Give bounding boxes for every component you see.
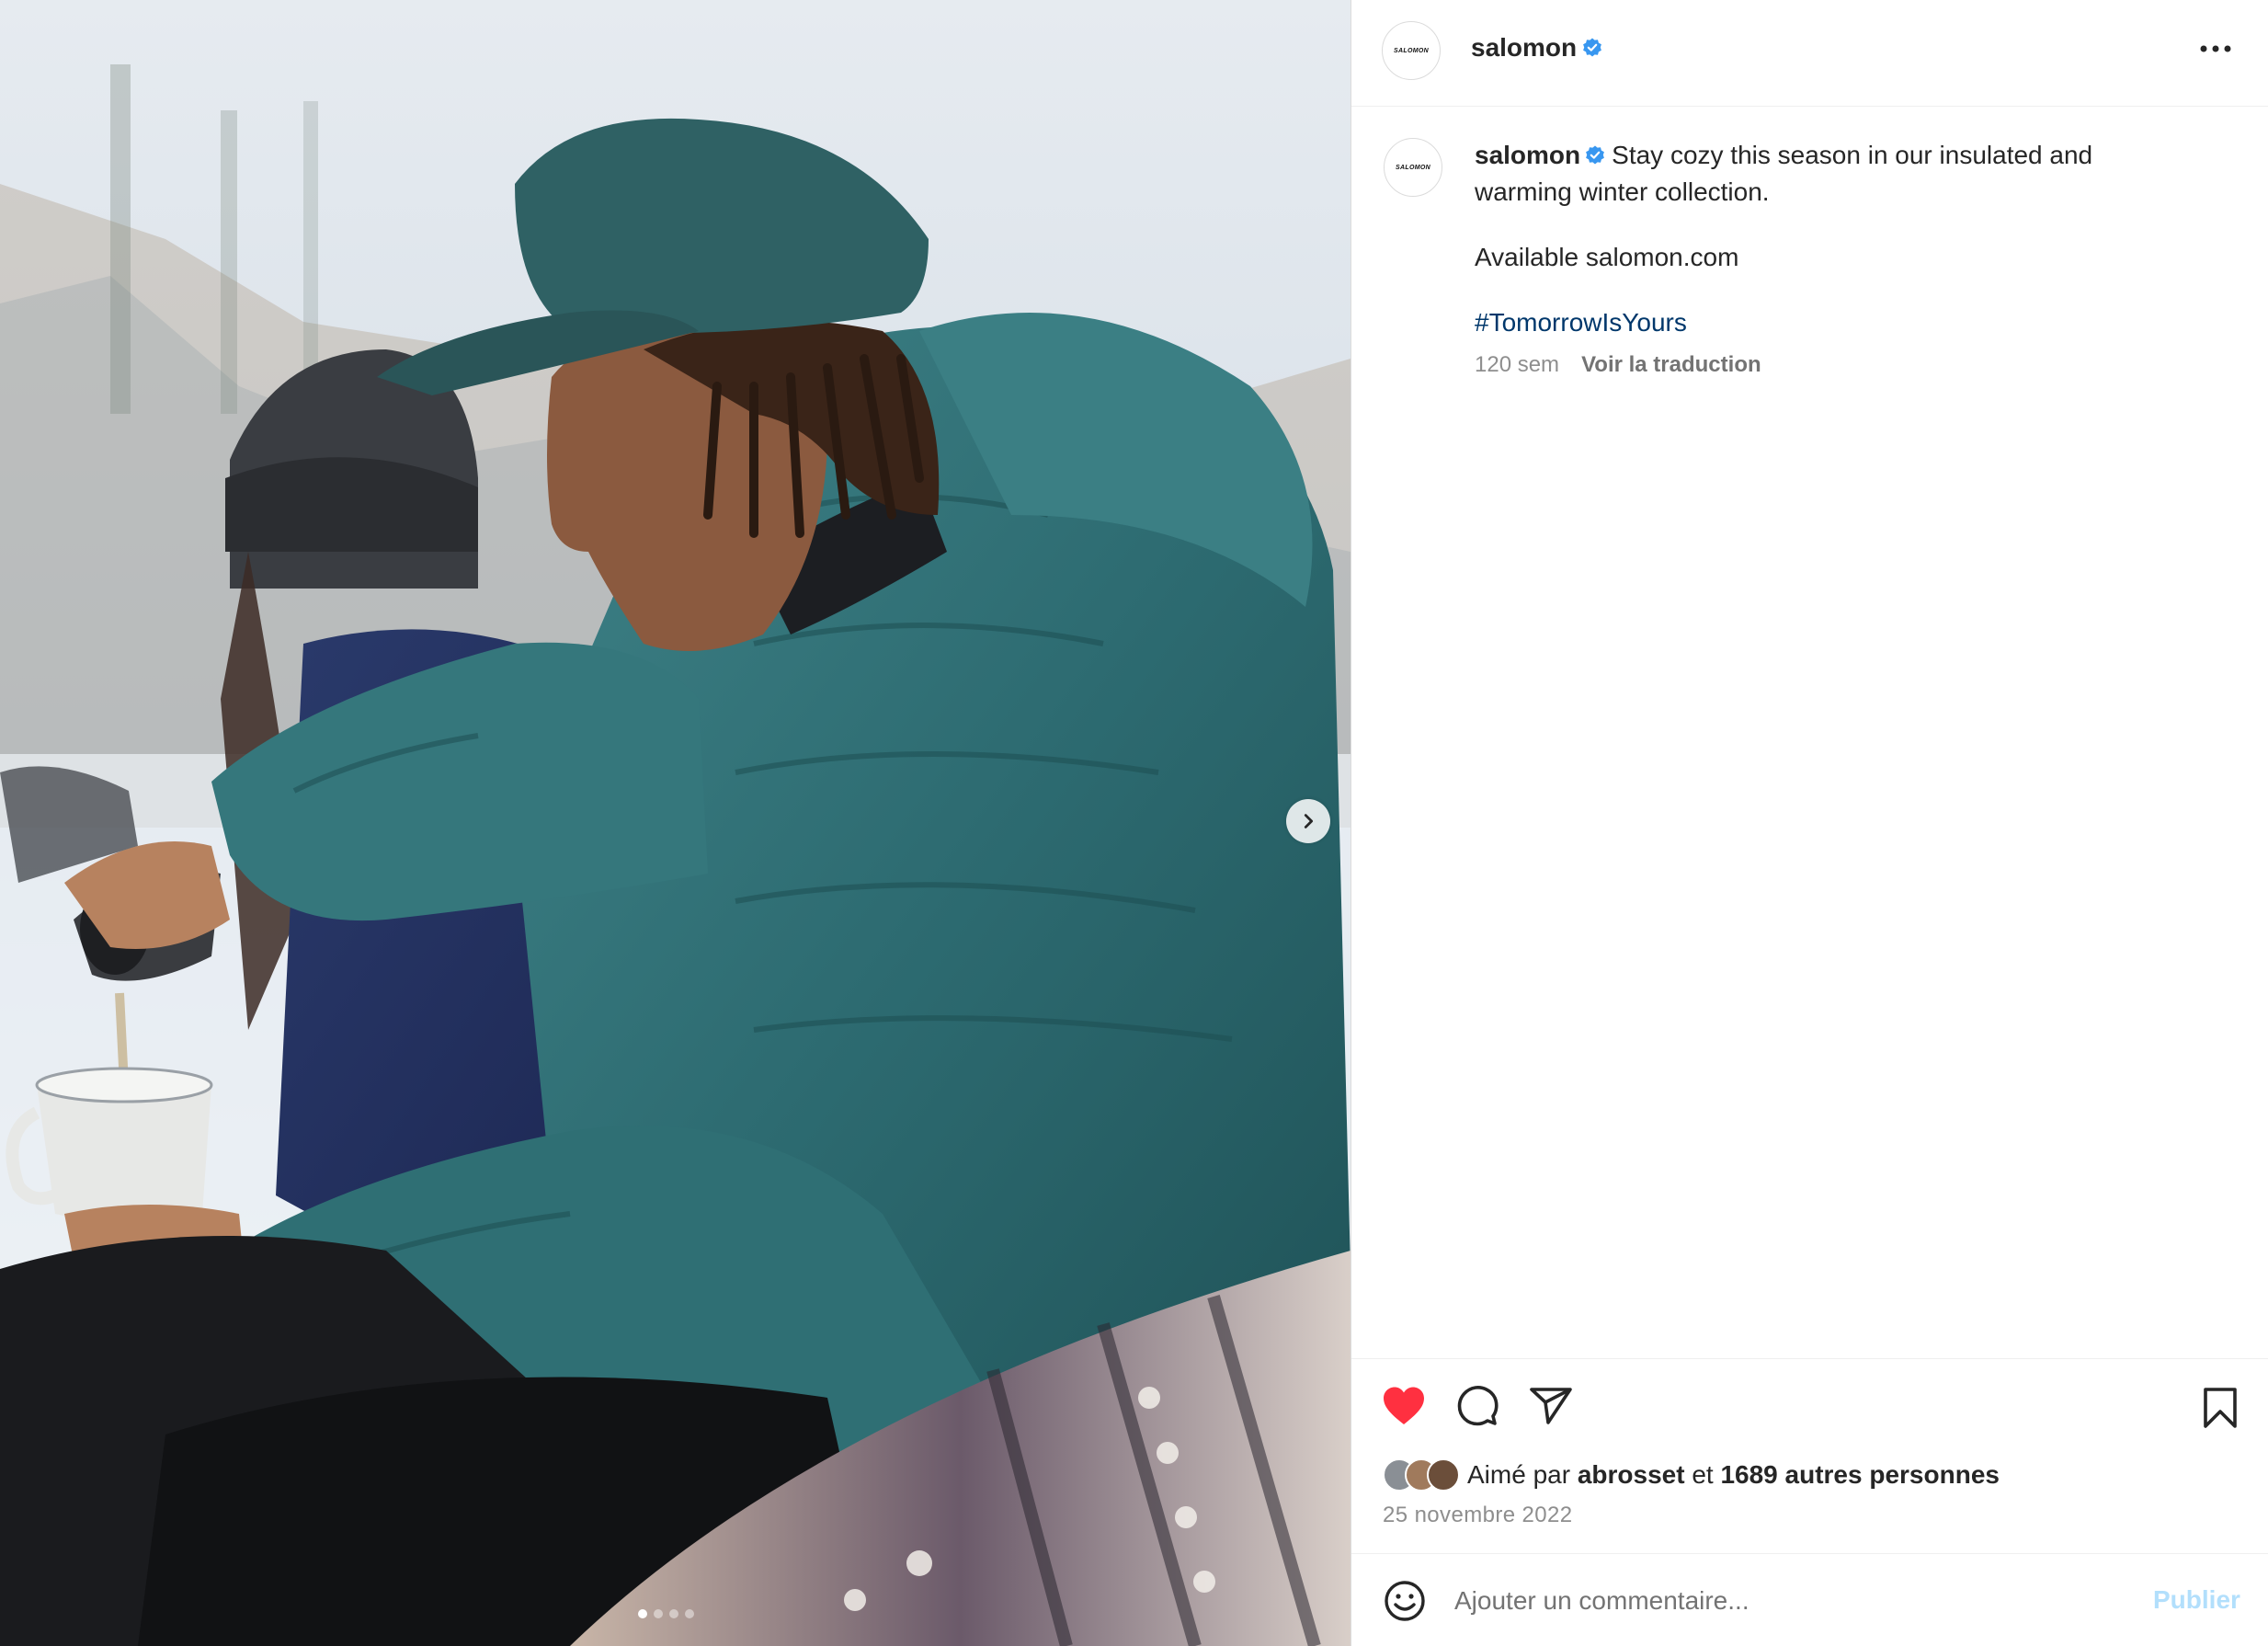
comment-button[interactable]	[1454, 1383, 1500, 1429]
post-actions: Aimé par abrosset et 1689 autres personn…	[1351, 1358, 2268, 1553]
carousel-dot-active	[638, 1609, 647, 1618]
heart-filled-icon	[1384, 1387, 1424, 1424]
post-photo[interactable]	[0, 0, 1351, 1646]
verified-badge-icon	[1584, 141, 1606, 175]
carousel-next-button[interactable]	[1286, 799, 1330, 843]
post-date[interactable]: 25 novembre 2022	[1383, 1503, 1573, 1528]
carousel-dot	[654, 1609, 663, 1618]
bookmark-icon	[2204, 1388, 2237, 1428]
verified-badge-icon	[1581, 37, 1603, 63]
emoji-button[interactable]	[1384, 1580, 1426, 1622]
caption-hashtag[interactable]: #TomorrowIsYours	[1475, 305, 2192, 339]
caption-availability: Available salomon.com	[1475, 243, 1739, 271]
liker-avatar	[1427, 1458, 1460, 1492]
liker-username[interactable]: abrosset	[1578, 1460, 1685, 1490]
caption-username[interactable]: salomon	[1475, 141, 1580, 169]
likes-summary: Aimé par abrosset et 1689 autres personn…	[1383, 1458, 2000, 1492]
save-button[interactable]	[2199, 1385, 2241, 1431]
post-side-panel: SALOMON salomon SALOMON salomon Stay coz…	[1351, 0, 2268, 1646]
carousel-dot	[669, 1609, 678, 1618]
comment-icon	[1457, 1386, 1499, 1426]
add-comment-bar: Publier	[1351, 1553, 2268, 1646]
post-age[interactable]: 120 sem	[1475, 348, 1559, 382]
caption-meta: 120 sem Voir la traduction	[1475, 348, 2192, 382]
caption-body: salomon Stay cozy this season in our ins…	[1475, 138, 2192, 382]
photo-illustration	[0, 0, 1351, 1646]
more-options-button[interactable]	[2197, 35, 2234, 63]
paper-plane-icon	[1530, 1388, 1572, 1424]
author-username[interactable]: salomon	[1471, 33, 1577, 63]
post-header: SALOMON salomon	[1351, 0, 2268, 107]
author-avatar[interactable]: SALOMON	[1382, 21, 1441, 80]
caption-author-avatar[interactable]: SALOMON	[1384, 138, 1442, 197]
more-horizontal-icon	[2200, 45, 2231, 52]
carousel-indicator	[638, 1609, 694, 1618]
action-bar	[1381, 1383, 1574, 1429]
avatar-logo-text: SALOMON	[1394, 47, 1429, 54]
other-likers-link[interactable]: 1689 autres personnes	[1720, 1460, 2000, 1490]
carousel-dot	[685, 1609, 694, 1618]
publish-comment-button[interactable]: Publier	[2153, 1585, 2240, 1615]
chevron-right-icon	[1304, 814, 1314, 829]
share-button[interactable]	[1528, 1383, 1574, 1429]
smiley-icon	[1385, 1581, 1425, 1621]
avatar-logo-text: SALOMON	[1396, 164, 1430, 171]
comment-input[interactable]	[1454, 1578, 2098, 1624]
like-button[interactable]	[1381, 1383, 1427, 1429]
caption-first-paragraph: salomon Stay cozy this season in our ins…	[1475, 138, 2192, 209]
see-translation-button[interactable]: Voir la traduction	[1581, 348, 1761, 382]
likes-joiner: et	[1692, 1460, 1714, 1489]
liker-avatars[interactable]	[1383, 1458, 1460, 1492]
likes-prefix: Aimé par	[1467, 1460, 1571, 1489]
